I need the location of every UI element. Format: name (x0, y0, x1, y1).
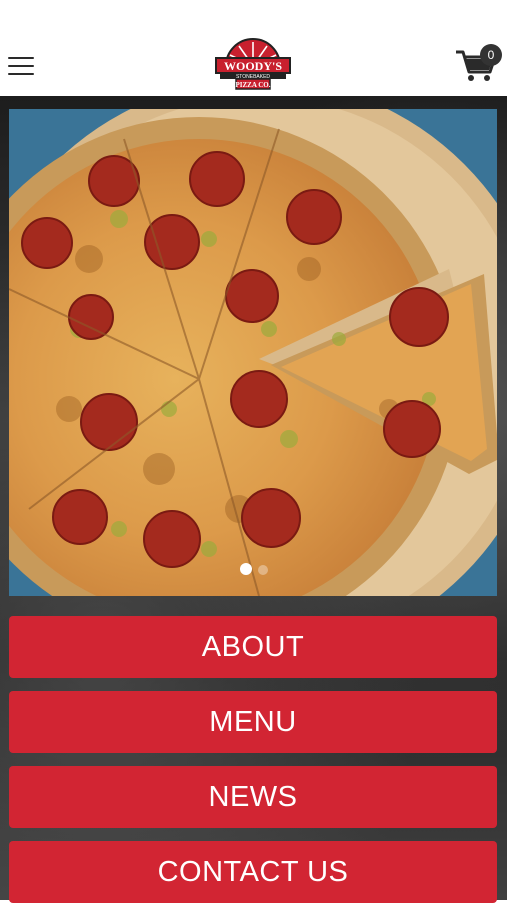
carousel-pagination (0, 562, 507, 576)
news-button[interactable]: NEWS (9, 766, 497, 828)
menu-button[interactable]: MENU (9, 691, 497, 753)
contact-us-button[interactable]: CONTACT US (9, 841, 497, 903)
app-header: WOODY'S STONEBAKED PIZZA CO. 0 (0, 0, 507, 96)
logo-text-main: WOODY'S (224, 59, 282, 73)
carousel-dot-active[interactable] (239, 563, 252, 575)
menu-line (8, 65, 34, 68)
cart-count-badge: 0 (480, 44, 502, 66)
woodys-logo[interactable]: WOODY'S STONEBAKED PIZZA CO. (212, 38, 294, 94)
carousel-dot[interactable] (257, 565, 268, 575)
about-button[interactable]: ABOUT (9, 616, 497, 678)
logo-text-co: PIZZA CO. (235, 81, 270, 89)
menu-line (8, 57, 34, 60)
hero-carousel-image[interactable] (9, 109, 497, 596)
menu-line (8, 73, 34, 76)
hamburger-menu-icon[interactable] (6, 54, 38, 78)
